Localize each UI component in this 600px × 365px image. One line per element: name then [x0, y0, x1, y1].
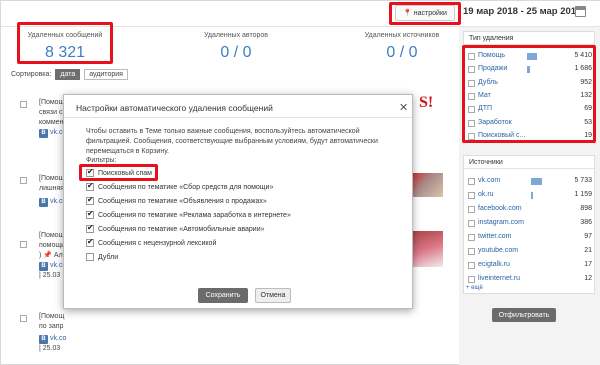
- stat-sources: Удаленных источников 0 / 0: [347, 32, 457, 62]
- feed-item[interactable]: [Помощ по запр Вvk.co | 25.03: [39, 312, 66, 354]
- sort-bar: Сортировка: дата аудитория: [11, 67, 128, 81]
- sort-date-chip[interactable]: дата: [55, 68, 81, 80]
- source-label[interactable]: instagram.com: [478, 219, 524, 226]
- source-row[interactable]: youtube.com 21: [464, 247, 596, 258]
- post-thumbnail: [413, 231, 443, 267]
- checkbox[interactable]: [468, 234, 475, 241]
- source-count: 386: [580, 219, 592, 226]
- source-label[interactable]: youtube.com: [478, 247, 518, 254]
- checkbox-checked[interactable]: [86, 237, 94, 247]
- sources-panel: Источники vk.com 5 733 ok.ru 1 159 facebook.…: [463, 155, 595, 294]
- source-row[interactable]: ok.ru 1 159: [464, 191, 596, 202]
- stat-authors: Удаленных авторов 0 / 0: [186, 32, 286, 62]
- cancel-button[interactable]: Отмена: [255, 288, 291, 303]
- highlight-settings: [389, 2, 461, 25]
- stat-sources-value: 0 / 0: [386, 44, 418, 61]
- panel-title: Тип удаления: [464, 32, 594, 45]
- feed-item-text: по запр: [39, 323, 64, 330]
- stat-authors-value: 0 / 0: [220, 44, 252, 61]
- checkbox[interactable]: [468, 248, 475, 255]
- post-thumbnail: [413, 173, 443, 197]
- feed-item-checkbox[interactable]: [20, 177, 27, 184]
- stat-sources-label: Удаленных источников: [364, 32, 440, 39]
- filter-car-accidents[interactable]: Сообщения по тематике «Автомобильные ава…: [86, 223, 265, 233]
- ad-thumbnail-text: S!: [419, 95, 442, 126]
- sort-audience-chip[interactable]: аудитория: [84, 68, 128, 80]
- source-row[interactable]: facebook.com 898: [464, 205, 596, 216]
- filter-duplicates[interactable]: Дубли: [86, 253, 118, 261]
- checkbox-checked[interactable]: [86, 195, 94, 205]
- close-icon[interactable]: ✕: [399, 101, 408, 114]
- source-label[interactable]: vk.com: [478, 177, 500, 184]
- checkbox[interactable]: [468, 220, 475, 227]
- filters-label: Фильтры:: [86, 157, 117, 164]
- feed-item-source[interactable]: vk.co: [50, 335, 66, 342]
- divider: [64, 117, 412, 118]
- source-label[interactable]: facebook.com: [478, 205, 522, 212]
- highlight-search-spam-filter: [79, 164, 158, 181]
- checkbox[interactable]: [468, 276, 475, 283]
- source-row[interactable]: ecigtalk.ru 17: [464, 261, 596, 272]
- checkbox[interactable]: [468, 192, 475, 199]
- filter-button[interactable]: Отфильтровать: [492, 308, 556, 322]
- filter-profanity[interactable]: Сообщения с нецензурной лексикой: [86, 237, 217, 247]
- feed-item-checkbox[interactable]: [20, 241, 27, 248]
- source-label[interactable]: twitter.com: [478, 233, 511, 240]
- vk-icon: В: [39, 129, 48, 138]
- checkbox[interactable]: [468, 206, 475, 213]
- panel-title: Источники: [464, 156, 594, 169]
- source-count: 898: [580, 205, 592, 212]
- source-count: 17: [584, 261, 592, 268]
- auto-delete-settings-dialog: Настройки автоматического удаления сообщ…: [63, 94, 413, 309]
- filter-earnings-ads[interactable]: Сообщения по тематике «Реклама заработка…: [86, 209, 291, 219]
- source-label[interactable]: ecigtalk.ru: [478, 261, 510, 268]
- source-row[interactable]: liveinternet.ru 12: [464, 275, 596, 286]
- checkbox-checked[interactable]: [86, 209, 94, 219]
- source-count: 5 733: [574, 177, 592, 184]
- filter-fundraising[interactable]: Сообщения по тематике «Сбор средств для …: [86, 181, 274, 191]
- filter-label: Сообщения по тематике «Объявления о прод…: [98, 197, 267, 205]
- filter-sales[interactable]: Сообщения по тематике «Объявления о прод…: [86, 195, 267, 205]
- source-bar: [531, 178, 542, 185]
- source-row[interactable]: instagram.com 386: [464, 219, 596, 230]
- checkbox-checked[interactable]: [86, 223, 94, 233]
- source-bar: [531, 192, 533, 199]
- filter-label: Сообщения по тематике «Реклама заработка…: [98, 211, 291, 219]
- feed-item-date: | 25.03: [39, 345, 61, 352]
- save-button[interactable]: Сохранить: [198, 288, 248, 303]
- vk-icon: В: [39, 335, 48, 344]
- filter-label: Сообщения по тематике «Автомобильные ава…: [98, 225, 265, 233]
- filter-label: Сообщения по тематике «Сбор средств для …: [98, 183, 274, 191]
- vk-icon: В: [39, 198, 48, 207]
- dialog-description: Чтобы оставить в Теме только важные сооб…: [86, 128, 378, 155]
- source-label[interactable]: liveinternet.ru: [478, 275, 520, 282]
- stat-authors-label: Удаленных авторов: [203, 32, 269, 39]
- source-label[interactable]: ok.ru: [478, 191, 494, 198]
- highlight-deleted-stat: [17, 22, 113, 64]
- sort-label: Сортировка:: [11, 70, 52, 78]
- checkbox-checked[interactable]: [86, 181, 94, 191]
- feed-item-checkbox[interactable]: [20, 101, 27, 108]
- show-more-link[interactable]: + ещё: [466, 285, 483, 291]
- calendar-icon[interactable]: [575, 6, 586, 17]
- checkbox[interactable]: [468, 178, 475, 185]
- app-window: 📍 настройки 19 мар 2018 - 25 мар 2018 Уд…: [0, 0, 600, 365]
- checkbox[interactable]: [468, 262, 475, 269]
- feed-item-title: [Помощ: [39, 313, 65, 320]
- filter-label: Дубли: [98, 253, 119, 261]
- source-row[interactable]: twitter.com 97: [464, 233, 596, 244]
- date-range[interactable]: 19 мар 2018 - 25 мар 2018: [463, 6, 581, 17]
- dialog-title: Настройки автоматического удаления сообщ…: [76, 103, 273, 113]
- source-count: 12: [584, 275, 592, 282]
- checkbox-unchecked[interactable]: [86, 253, 94, 261]
- highlight-deletion-types: [462, 45, 596, 143]
- feed-item-checkbox[interactable]: [20, 315, 27, 322]
- source-count: 21: [584, 247, 592, 254]
- source-count: 1 159: [574, 191, 592, 198]
- vk-icon: В: [39, 262, 48, 271]
- source-count: 97: [584, 233, 592, 240]
- source-row[interactable]: vk.com 5 733: [464, 177, 596, 188]
- filter-label: Сообщения с нецензурной лексикой: [98, 239, 217, 247]
